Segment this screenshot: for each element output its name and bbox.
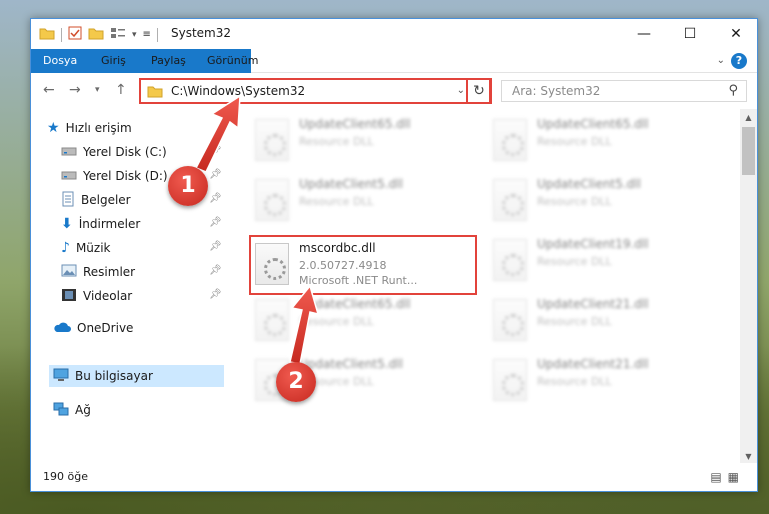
annotation-arrows <box>194 94 320 365</box>
arrow-one <box>194 94 241 173</box>
annotation-badge-one: 1 <box>168 166 208 206</box>
arrow-two <box>289 284 320 365</box>
annotation-badge-two: 2 <box>276 362 316 402</box>
